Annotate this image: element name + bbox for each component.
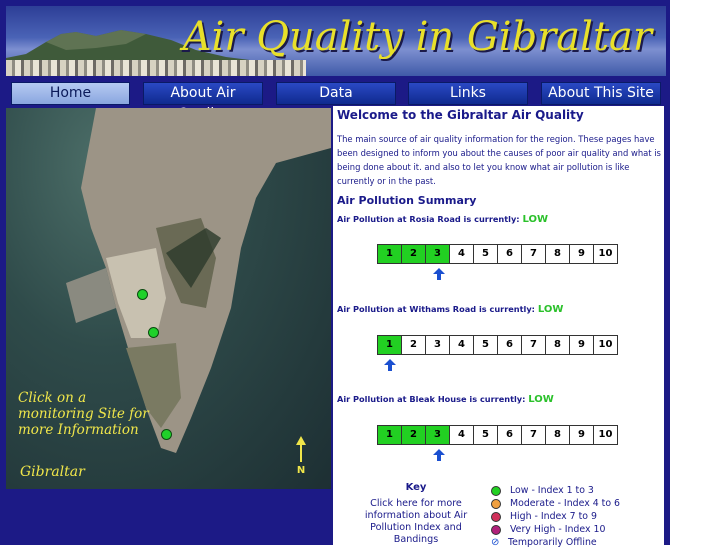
- index-cell: 6: [498, 245, 522, 263]
- north-arrow-icon: N: [295, 436, 307, 476]
- band-legend: Low - Index 1 to 3 Moderate - Index 4 to…: [491, 484, 620, 549]
- nav-home[interactable]: Home: [11, 82, 130, 105]
- page-frame: Air Quality in Gibraltar Home About Air …: [0, 0, 670, 548]
- index-cell: 3: [426, 245, 450, 263]
- satellite-map: Click on a monitoring Site for more Info…: [6, 108, 331, 489]
- index-cell: 9: [570, 426, 594, 444]
- legend-label: Moderate - Index 4 to 6: [510, 498, 621, 509]
- nav-data[interactable]: Data: [276, 82, 396, 105]
- index-scale-withams-road: 1 2 3 4 5 6 7 8 9 10: [377, 335, 618, 355]
- legend-item: Very High - Index 10: [491, 523, 620, 536]
- index-scale-rosia-road: 1 2 3 4 5 6 7 8 9 10: [377, 244, 618, 264]
- index-cell: 3: [426, 336, 450, 354]
- nav-links[interactable]: Links: [408, 82, 528, 105]
- site-status-level: LOW: [522, 214, 548, 225]
- legend-label: Very High - Index 10: [510, 524, 606, 535]
- main-nav: Home About Air Quality Data Links About …: [6, 82, 666, 122]
- index-cell: 4: [450, 426, 474, 444]
- map-instruction: Click on a monitoring Site for more Info…: [18, 390, 149, 438]
- index-cell: 1: [378, 336, 402, 354]
- index-cell: 4: [450, 336, 474, 354]
- index-pointer-icon: [433, 449, 445, 461]
- site-status-text: Air Pollution at Rosia Road is currently…: [337, 214, 520, 224]
- monitoring-site-rosia-road[interactable]: [137, 289, 148, 300]
- index-cell: 1: [378, 426, 402, 444]
- legend-label: Low - Index 1 to 3: [510, 485, 594, 496]
- key-title: Key: [405, 482, 427, 493]
- index-cell: 2: [402, 336, 426, 354]
- legend-item: Low - Index 1 to 3: [491, 484, 620, 497]
- index-scale-bleak-house: 1 2 3 4 5 6 7 8 9 10: [377, 425, 618, 445]
- legend-label: Temporarily Offline: [508, 537, 597, 548]
- main-content: Welcome to the Gibraltar Air Quality The…: [333, 106, 664, 548]
- site-status-bleak-house: Air Pollution at Bleak House is currentl…: [337, 394, 554, 405]
- index-cell: 6: [498, 426, 522, 444]
- index-cell: 2: [402, 245, 426, 263]
- index-cell: 9: [570, 336, 594, 354]
- index-cell: 6: [498, 336, 522, 354]
- legend-item: High - Index 7 to 9: [491, 510, 620, 523]
- index-cell: 5: [474, 426, 498, 444]
- site-status-level: LOW: [537, 304, 564, 315]
- site-status-rosia-road: Air Pollution at Rosia Road is currently…: [337, 214, 548, 225]
- index-cell: 8: [546, 336, 570, 354]
- index-cell: 8: [546, 426, 570, 444]
- index-cell: 7: [522, 336, 546, 354]
- map-instruction-line: Click on a: [18, 390, 87, 406]
- map-instruction-line: monitoring Site for: [18, 406, 149, 422]
- site-banner: Air Quality in Gibraltar: [6, 6, 666, 76]
- low-band-icon: [491, 485, 501, 496]
- legend-item: ⊘ Temporarily Offline: [491, 536, 620, 549]
- index-cell: 1: [378, 245, 402, 263]
- site-status-level: LOW: [528, 394, 554, 405]
- legend-label: High - Index 7 to 9: [510, 511, 597, 522]
- index-cell: 5: [474, 336, 498, 354]
- index-cell: 7: [522, 245, 546, 263]
- site-title: Air Quality in Gibraltar: [182, 14, 652, 60]
- index-cell: 7: [522, 426, 546, 444]
- high-band-icon: [491, 511, 501, 522]
- page-heading: Welcome to the Gibraltar Air Quality: [337, 108, 584, 122]
- index-pointer-icon: [384, 359, 396, 371]
- monitoring-site-bleak-house[interactable]: [161, 429, 172, 440]
- index-cell: 9: [570, 245, 594, 263]
- index-cell: 10: [594, 426, 617, 444]
- north-label: N: [296, 465, 306, 476]
- index-cell: 10: [594, 336, 617, 354]
- site-status-withams-road: Air Pollution at Withams Road is current…: [337, 304, 563, 315]
- site-status-text: Air Pollution at Bleak House is currentl…: [337, 394, 526, 404]
- api-info-link[interactable]: Click here for more information about Ai…: [361, 498, 471, 546]
- map-instruction-line: more Information: [18, 422, 139, 438]
- index-cell: 4: [450, 245, 474, 263]
- very-high-band-icon: [491, 524, 501, 535]
- index-cell: 10: [594, 245, 617, 263]
- intro-paragraph: The main source of air quality informati…: [337, 134, 661, 186]
- nav-about-this-site[interactable]: About This Site: [541, 82, 661, 105]
- summary-heading: Air Pollution Summary: [337, 194, 477, 207]
- moderate-band-icon: [491, 498, 501, 509]
- map-place-label: Gibraltar: [20, 464, 85, 480]
- index-cell: 2: [402, 426, 426, 444]
- index-pointer-icon: [433, 268, 445, 280]
- key-panel: Key Click here for more information abou…: [361, 482, 471, 546]
- site-status-text: Air Pollution at Withams Road is current…: [337, 304, 535, 314]
- index-cell: 3: [426, 426, 450, 444]
- index-cell: 8: [546, 245, 570, 263]
- monitoring-site-withams-road[interactable]: [148, 327, 159, 338]
- offline-icon: ⊘: [491, 536, 500, 548]
- town-strip: [6, 60, 306, 76]
- index-cell: 5: [474, 245, 498, 263]
- nav-about-air-quality[interactable]: About Air Quality: [143, 82, 263, 122]
- legend-item: Moderate - Index 4 to 6: [491, 497, 620, 510]
